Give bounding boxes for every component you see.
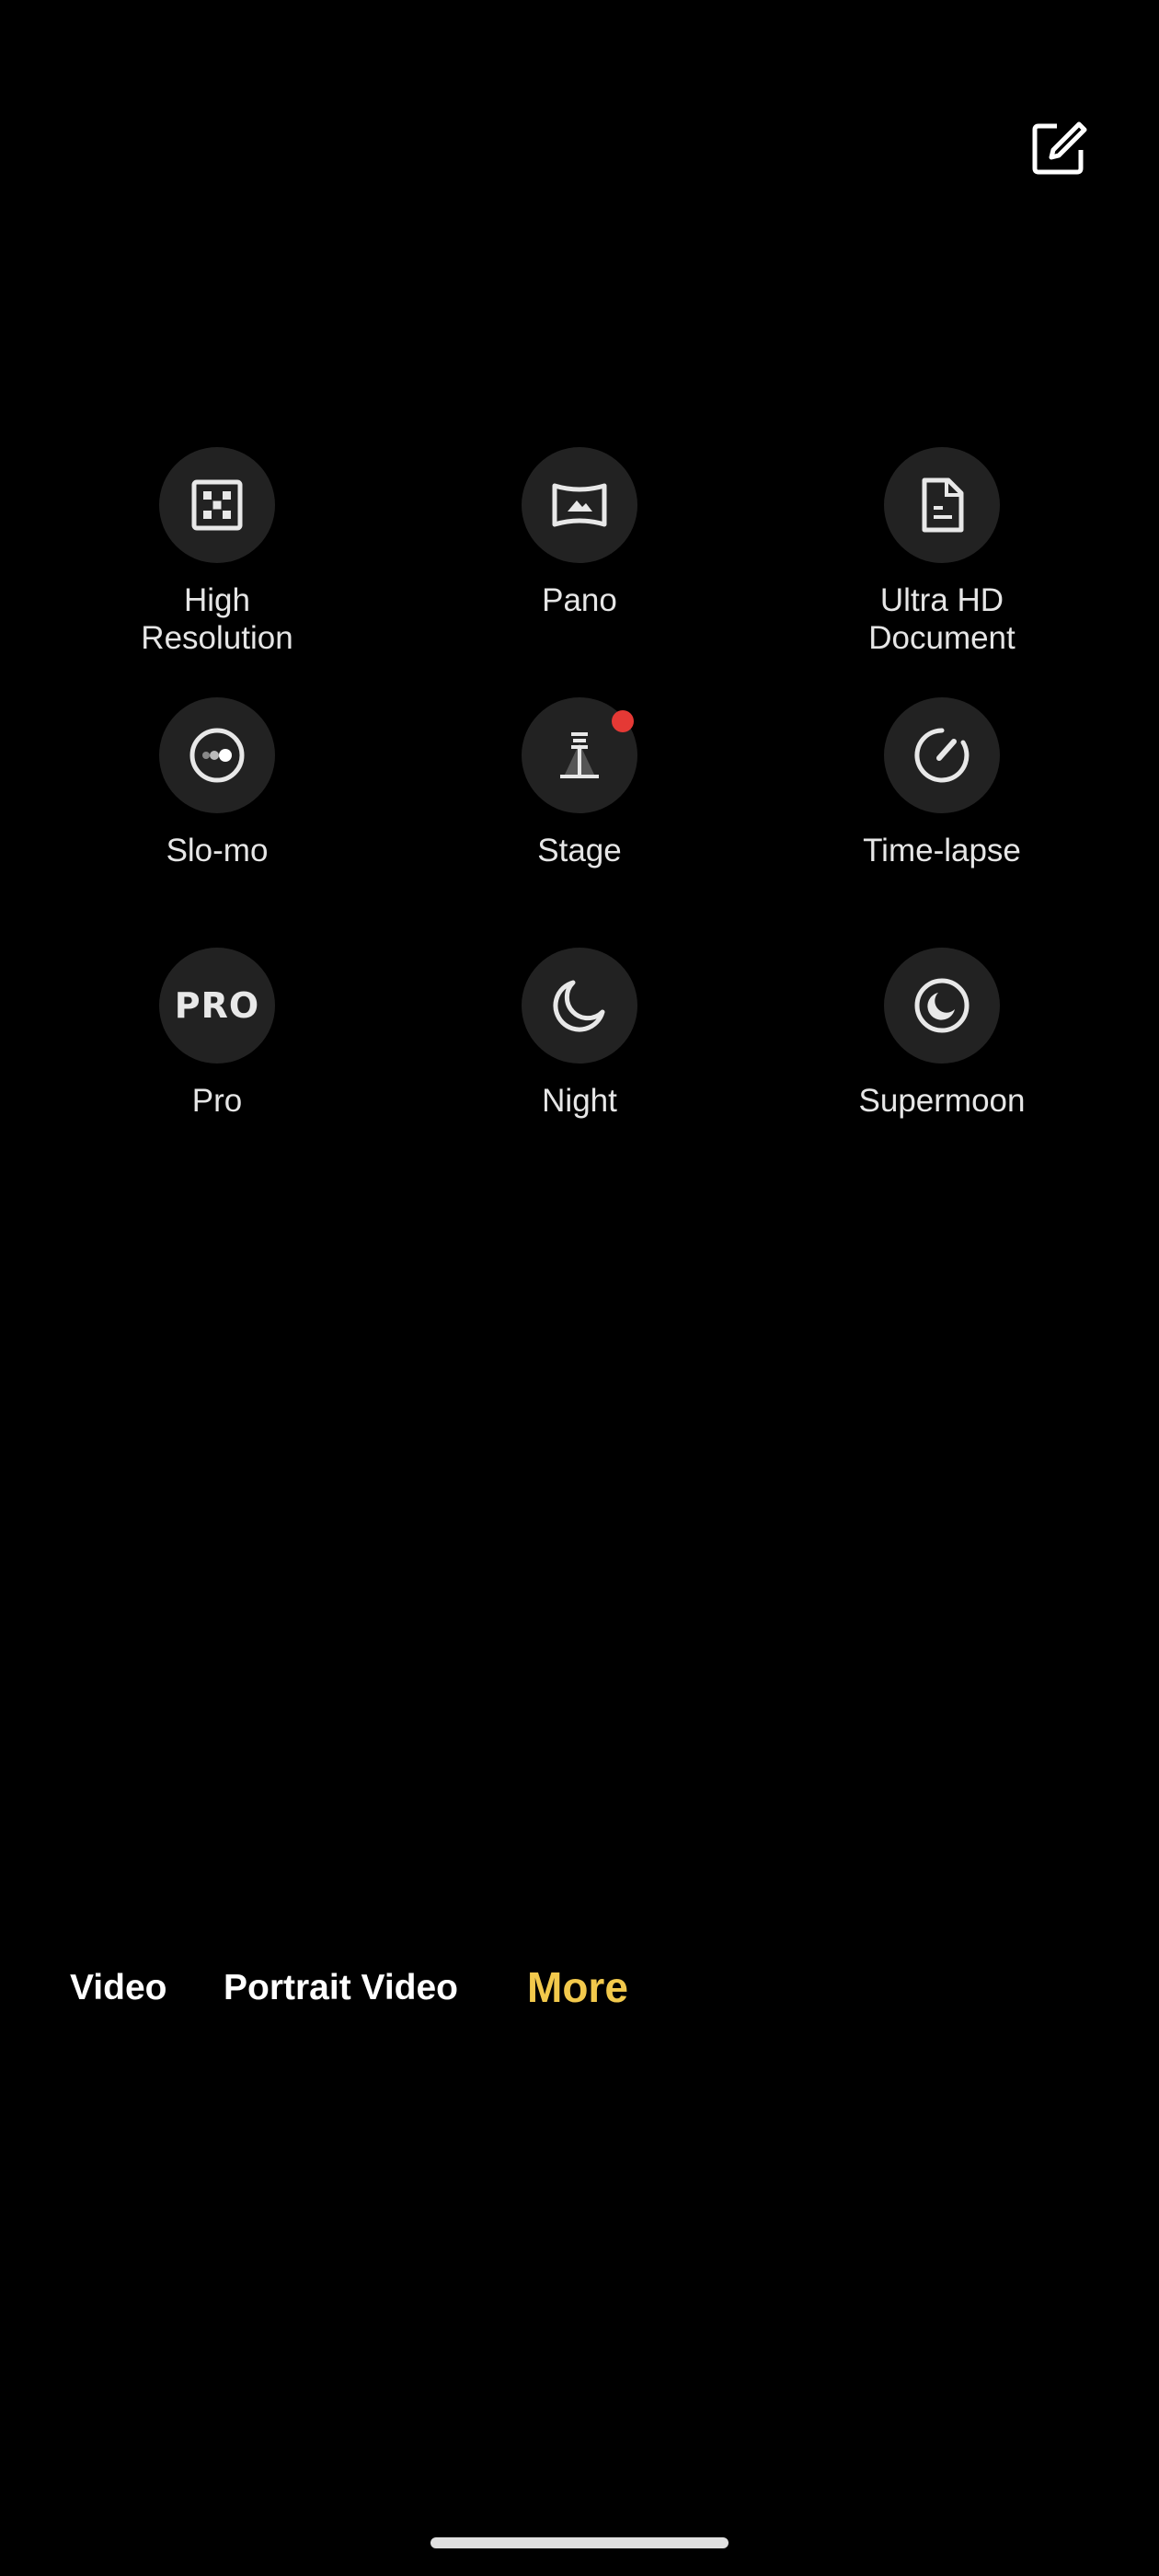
mode-label: Supermoon: [858, 1083, 1026, 1119]
tab-portrait-video[interactable]: Portrait Video: [224, 1968, 458, 2008]
mode-high-resolution[interactable]: High Resolution: [73, 447, 361, 697]
slo-mo-icon: [159, 697, 275, 813]
night-icon: [522, 948, 637, 1064]
mode-row: Slo-mo Stage Time-lapse: [0, 697, 1159, 948]
mode-label: Pano: [542, 582, 617, 618]
mode-stage[interactable]: Stage: [435, 697, 724, 948]
mode-row: High Resolution Pano Ultra HD Document: [0, 447, 1159, 697]
stage-icon: [522, 697, 637, 813]
camera-mode-bar: Video Portrait Video More: [0, 1962, 1159, 2018]
mode-time-lapse[interactable]: Time-lapse: [798, 697, 1086, 948]
mode-slo-mo[interactable]: Slo-mo: [73, 697, 361, 948]
mode-ultra-hd-document[interactable]: Ultra HD Document: [798, 447, 1086, 697]
edit-icon: [1032, 121, 1087, 175]
tab-video[interactable]: Video: [70, 1968, 166, 2008]
pro-icon-text: PRO: [174, 985, 260, 1026]
mode-label: High Resolution: [141, 582, 293, 656]
time-lapse-icon: [884, 697, 1000, 813]
mode-label: Ultra HD Document: [868, 582, 1016, 656]
mode-row: PRO Pro Night Supermoon: [0, 948, 1159, 1198]
mode-label: Slo-mo: [166, 833, 269, 868]
new-badge: [612, 710, 634, 732]
supermoon-icon: [884, 948, 1000, 1064]
mode-grid: High Resolution Pano Ultra HD Document S…: [0, 447, 1159, 1198]
tab-more[interactable]: More: [527, 1962, 628, 2012]
mode-supermoon[interactable]: Supermoon: [798, 948, 1086, 1198]
mode-pro[interactable]: PRO Pro: [73, 948, 361, 1198]
high-resolution-icon: [159, 447, 275, 563]
mode-pano[interactable]: Pano: [435, 447, 724, 697]
mode-label: Pro: [191, 1083, 243, 1119]
pro-icon: PRO: [159, 948, 275, 1064]
mode-label: Night: [542, 1083, 617, 1119]
mode-label: Stage: [537, 833, 622, 868]
pano-icon: [522, 447, 637, 563]
mode-label: Time-lapse: [863, 833, 1021, 868]
home-indicator[interactable]: [430, 2537, 729, 2548]
edit-button[interactable]: [1026, 115, 1092, 181]
document-icon: [884, 447, 1000, 563]
mode-night[interactable]: Night: [435, 948, 724, 1198]
